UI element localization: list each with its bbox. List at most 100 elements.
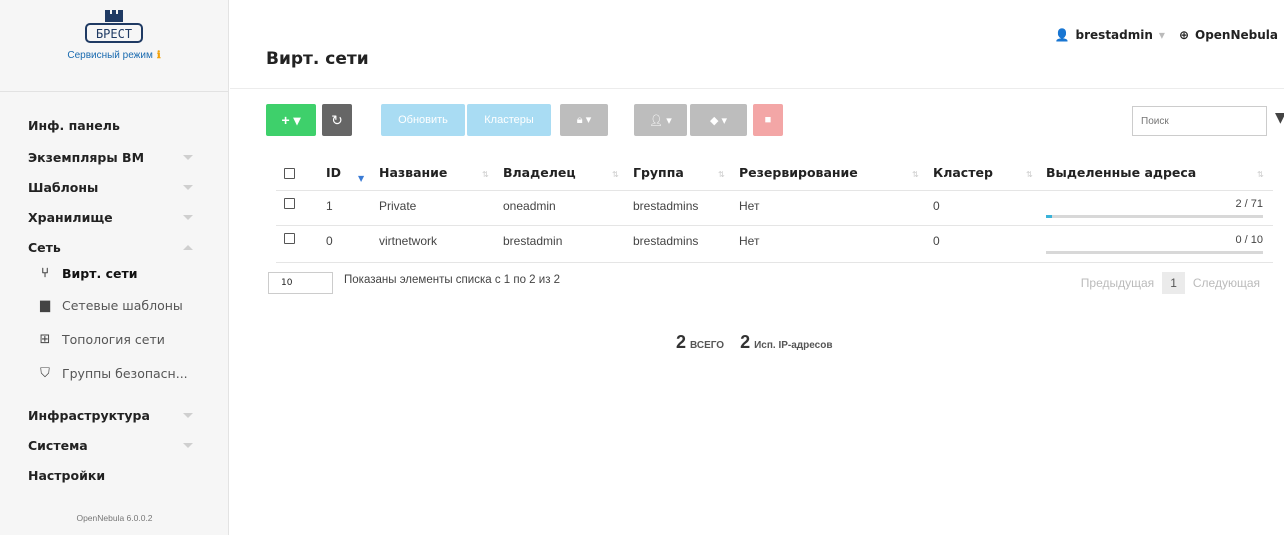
zone-name: OpenNebula bbox=[1195, 28, 1278, 42]
update-button[interactable]: Обновить bbox=[381, 104, 465, 136]
refresh-button[interactable]: ↻ bbox=[322, 104, 352, 136]
user-icon: 👤 bbox=[1054, 28, 1070, 42]
filter-icon[interactable]: ▼ bbox=[1275, 110, 1284, 126]
sidebar-subitem-label: Сетевые шаблоны bbox=[62, 298, 183, 313]
total-label: ВСЕГО bbox=[690, 340, 725, 351]
cell-cluster: 0 bbox=[933, 199, 940, 213]
sort-icon: ⇅ bbox=[1026, 170, 1033, 179]
current-page-button[interactable]: 1 bbox=[1162, 272, 1185, 294]
templates-stack-icon: ▆ bbox=[40, 298, 50, 313]
brest-logo[interactable]: БРЕСТ bbox=[74, 8, 154, 46]
logo-area: БРЕСТ Сервисный режим ℹ bbox=[0, 0, 228, 92]
column-header-group[interactable]: Группа bbox=[633, 165, 684, 180]
cell-cluster: 0 bbox=[933, 234, 940, 248]
chevron-down-icon bbox=[183, 443, 193, 448]
sort-icon: ⇅ bbox=[1257, 170, 1264, 179]
sidebar-item-virtual-networks[interactable]: ⑂ Вирт. сети bbox=[36, 266, 137, 281]
cell-owner: brestadmin bbox=[503, 234, 563, 248]
labels-button[interactable]: ◆ ▾ bbox=[690, 104, 747, 136]
sidebar-subitem-label: Вирт. сети bbox=[62, 266, 138, 281]
lock-button[interactable]: 🔒︎ ▾ bbox=[560, 104, 608, 136]
chevron-down-icon bbox=[183, 155, 193, 160]
cell-leases: 2 / 71 bbox=[1235, 198, 1263, 210]
column-header-name[interactable]: Название bbox=[379, 165, 447, 180]
page-title: Вирт. сети bbox=[266, 49, 369, 69]
globe-icon: ⊕ bbox=[1178, 28, 1189, 42]
row-checkbox[interactable] bbox=[284, 233, 295, 244]
chevron-down-icon bbox=[183, 413, 193, 418]
sidebar-item-settings[interactable]: Настройки bbox=[28, 468, 105, 483]
chevron-down-icon: ▾ bbox=[1158, 28, 1165, 42]
used-ip-count: 2 bbox=[740, 332, 751, 352]
cell-group: brestadmins bbox=[633, 199, 699, 213]
chevron-up-icon bbox=[183, 245, 193, 250]
select-all-checkbox[interactable] bbox=[284, 168, 295, 179]
shown-entries-text: Показаны элементы списка с 1 по 2 из 2 bbox=[344, 274, 561, 286]
sidebar-item-templates[interactable]: Шаблоны bbox=[28, 180, 193, 195]
refresh-icon: ↻ bbox=[331, 111, 343, 128]
service-mode-text: Сервисный режим bbox=[67, 50, 153, 61]
row-divider bbox=[276, 225, 1273, 226]
network-fork-icon: ⑂ bbox=[41, 266, 49, 281]
leases-progress-bar bbox=[1046, 215, 1263, 218]
topology-icon: ⊞ bbox=[39, 332, 51, 347]
sort-icon: ⇅ bbox=[912, 170, 919, 179]
sidebar-item-storage[interactable]: Хранилище bbox=[28, 210, 193, 225]
sidebar-item-vms[interactable]: Экземпляры ВМ bbox=[28, 150, 193, 165]
totals-summary: 2 ВСЕГО 2 Исп. IP-адресов bbox=[676, 332, 832, 353]
next-page-button[interactable]: Следующая bbox=[1193, 276, 1260, 290]
sidebar-item-security-groups[interactable]: ⛉ Группы безопасн... bbox=[36, 366, 188, 381]
sidebar-item-infrastructure[interactable]: Инфраструктура bbox=[28, 408, 193, 423]
sidebar: БРЕСТ Сервисный режим ℹ Инф. панель Экзем… bbox=[0, 0, 229, 535]
shield-icon: ⛉ bbox=[40, 366, 50, 381]
zone-menu[interactable]: ⊕ OpenNebula bbox=[1179, 28, 1278, 42]
sidebar-item-network-topology[interactable]: ⊞ Топология сети bbox=[36, 332, 165, 347]
add-button[interactable]: + ▾ bbox=[266, 104, 316, 136]
clusters-button[interactable]: Кластеры bbox=[467, 104, 551, 136]
cell-owner: oneadmin bbox=[503, 199, 556, 213]
version-label: OpenNebula 6.0.0.2 bbox=[76, 513, 153, 523]
cell-group: brestadmins bbox=[633, 234, 699, 248]
cell-name: Private bbox=[379, 199, 417, 213]
sort-icon: ⇅ bbox=[612, 170, 619, 179]
delete-button[interactable]: ■ bbox=[753, 104, 783, 136]
column-header-id[interactable]: ID bbox=[326, 165, 341, 180]
user-icon: 👤︎ ▾ bbox=[649, 114, 672, 127]
sidebar-item-system[interactable]: Система bbox=[28, 438, 193, 453]
search-input[interactable] bbox=[1132, 106, 1267, 136]
sidebar-subitem-label: Топология сети bbox=[62, 332, 165, 347]
column-header-cluster[interactable]: Кластер bbox=[933, 165, 993, 180]
service-mode-label: Сервисный режим ℹ bbox=[0, 50, 228, 61]
sort-desc-icon: ▼ bbox=[358, 174, 365, 183]
header-right: 👤 brestadmin ▾ ⊕ OpenNebula bbox=[1055, 28, 1278, 42]
sidebar-item-network[interactable]: Сеть bbox=[28, 240, 193, 255]
user-name: brestadmin bbox=[1075, 28, 1153, 42]
user-menu[interactable]: 👤 brestadmin ▾ bbox=[1055, 28, 1165, 42]
chevron-down-icon bbox=[183, 185, 193, 190]
page-size-select[interactable]: 10 bbox=[268, 272, 333, 294]
info-icon[interactable]: ℹ bbox=[157, 50, 161, 61]
sidebar-subitem-label: Группы безопасн... bbox=[62, 366, 188, 381]
column-header-reservation[interactable]: Резервирование bbox=[739, 165, 858, 180]
chevron-down-icon bbox=[183, 215, 193, 220]
sidebar-item-dashboard[interactable]: Инф. панель bbox=[28, 118, 120, 133]
sort-icon: ⇅ bbox=[482, 170, 489, 179]
column-header-leases[interactable]: Выделенные адреса bbox=[1046, 165, 1196, 180]
leases-progress-fill bbox=[1046, 215, 1053, 218]
cell-id: 0 bbox=[326, 234, 333, 248]
change-owner-button[interactable]: 👤︎ ▾ bbox=[634, 104, 687, 136]
sort-icon: ⇅ bbox=[718, 170, 725, 179]
cell-reservation: Нет bbox=[739, 199, 760, 213]
cell-leases: 0 / 10 bbox=[1235, 234, 1263, 246]
prev-page-button[interactable]: Предыдущая bbox=[1081, 276, 1154, 290]
row-checkbox[interactable] bbox=[284, 198, 295, 209]
trash-icon: ■ bbox=[764, 114, 772, 126]
header-divider bbox=[230, 88, 1284, 89]
total-count: 2 bbox=[676, 332, 687, 352]
leases-progress-bar bbox=[1046, 251, 1263, 254]
sidebar-item-network-templates[interactable]: ▆ Сетевые шаблоны bbox=[36, 298, 183, 313]
pagination: Предыдущая 1 Следующая bbox=[1081, 272, 1260, 294]
cell-reservation: Нет bbox=[739, 234, 760, 248]
cell-name: virtnetwork bbox=[379, 234, 438, 248]
column-header-owner[interactable]: Владелец bbox=[503, 165, 576, 180]
